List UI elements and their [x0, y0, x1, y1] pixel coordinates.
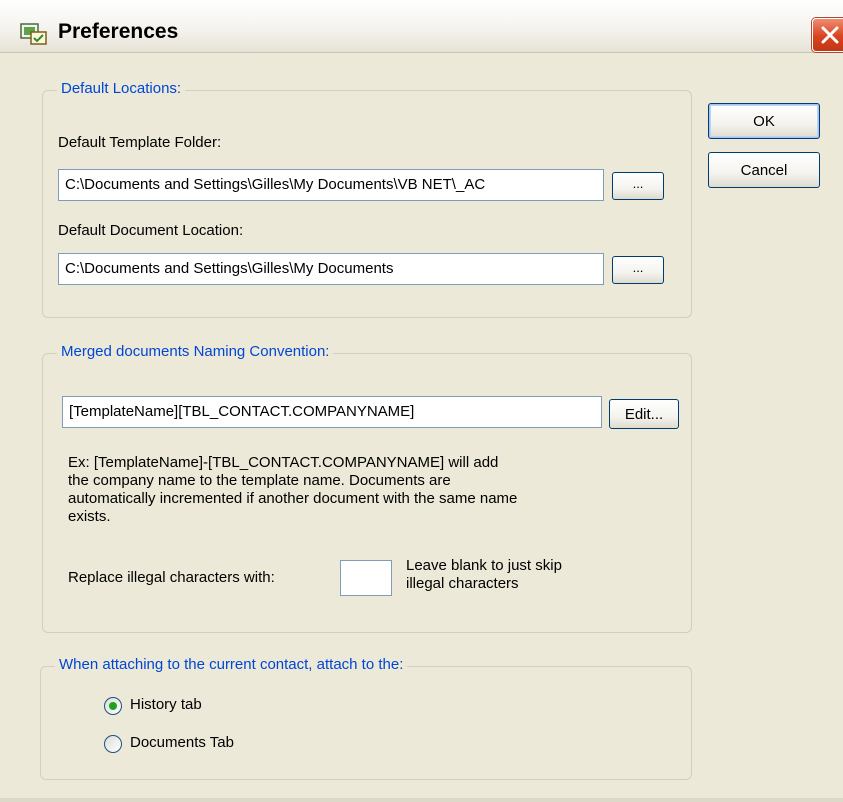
ok-button[interactable]: OK: [708, 103, 820, 139]
radio-history-tab[interactable]: History tab: [104, 695, 304, 717]
edit-naming-button[interactable]: Edit...: [609, 399, 679, 429]
window-title: Preferences: [58, 20, 179, 43]
preferences-app-icon: [20, 23, 48, 45]
replace-illegal-label: Replace illegal characters with:: [68, 569, 275, 586]
cancel-button[interactable]: Cancel: [708, 152, 820, 188]
replace-hint-text: Leave blank to just skip illegal charact…: [406, 557, 562, 593]
template-folder-browse-button[interactable]: ...: [612, 172, 664, 200]
attach-target-legend: When attaching to the current contact, a…: [55, 656, 408, 673]
close-icon: [821, 26, 839, 44]
example-line: the company name to the template name. D…: [68, 472, 451, 489]
example-line: exists.: [68, 508, 111, 525]
naming-convention-legend: Merged documents Naming Convention:: [57, 343, 334, 360]
radio-button[interactable]: [104, 697, 122, 715]
template-folder-label: Default Template Folder:: [58, 134, 222, 151]
naming-pattern-input[interactable]: [TemplateName][TBL_CONTACT.COMPANYNAME]: [62, 396, 602, 428]
default-locations-legend: Default Locations:: [57, 80, 186, 97]
close-button[interactable]: [812, 18, 843, 52]
dialog-bottom-edge: [0, 798, 843, 802]
radio-button[interactable]: [104, 735, 122, 753]
document-location-label: Default Document Location:: [58, 222, 244, 239]
document-location-input[interactable]: C:\Documents and Settings\Gilles\My Docu…: [58, 253, 604, 285]
preferences-dialog: Preferences OK Cancel Default Locations:…: [0, 0, 843, 802]
hint-line: Leave blank to just skip: [406, 557, 562, 574]
template-folder-input[interactable]: C:\Documents and Settings\Gilles\My Docu…: [58, 169, 604, 201]
hint-line: illegal characters: [406, 575, 519, 592]
attach-target-group: When attaching to the current contact, a…: [40, 656, 692, 780]
example-line: Ex: [TemplateName]-[TBL_CONTACT.COMPANYN…: [68, 454, 499, 471]
naming-example-text: Ex: [TemplateName]-[TBL_CONTACT.COMPANYN…: [68, 454, 517, 526]
replace-illegal-input[interactable]: [340, 560, 392, 596]
radio-documents-label: Documents Tab: [130, 734, 234, 751]
example-line: automatically incremented if another doc…: [68, 490, 518, 507]
radio-history-label: History tab: [130, 696, 202, 713]
document-location-browse-button[interactable]: ...: [612, 256, 664, 284]
title-bar[interactable]: Preferences: [0, 0, 843, 53]
radio-selected-dot: [109, 702, 117, 710]
radio-documents-tab[interactable]: Documents Tab: [104, 733, 304, 755]
